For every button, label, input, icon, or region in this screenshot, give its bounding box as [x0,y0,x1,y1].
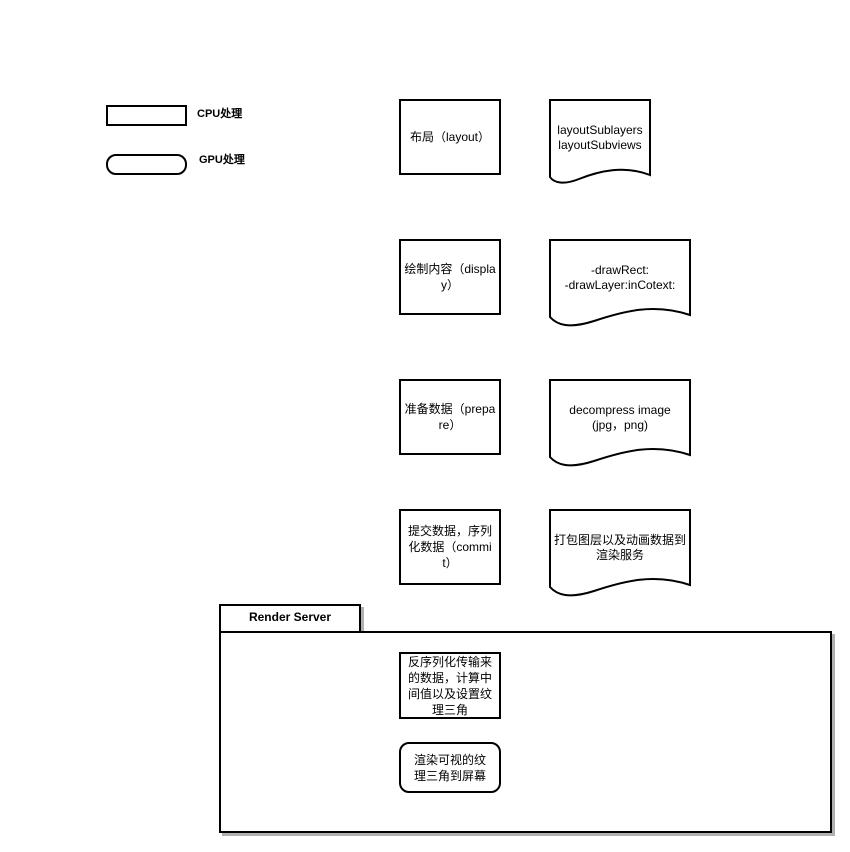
step-commit-label: 提交数据，序列化数据（commit） [407,524,492,570]
step-display-detail-doc: -drawRect: -drawLayer:inCotext: [549,239,691,327]
render-server-container [219,631,832,833]
render-server-tab: Render Server [219,604,361,634]
step-commit-box: 提交数据，序列化数据（commit） [399,509,501,585]
step-layout-box: 布局（layout） [399,99,501,175]
step-prepare-box: 准备数据（prepare） [399,379,501,455]
step-prepare-label: 准备数据（prepare） [404,402,496,432]
legend-cpu-shape [106,105,187,126]
step-prepare-detail-doc: decompress image (jpg，png) [549,379,691,467]
legend-gpu-label: GPU处理 [199,154,245,166]
step-layout-detail-doc: layoutSublayers layoutSubviews [549,99,651,185]
render-server-title: Render Server [248,610,332,624]
detail-line: layoutSubviews [558,138,642,152]
legend-cpu-label: CPU处理 [197,108,243,120]
detail-line: -drawRect: [590,263,649,277]
legend-gpu-shape [106,154,187,175]
render-server-cpu-step: 反序列化传输来的数据，计算中间值以及设置纹理三角 [399,652,501,719]
detail-line: 打包图层以及动画数据到 [553,533,686,547]
detail-line: 渲染服务 [595,548,644,562]
detail-line: decompress image [569,403,671,417]
step-layout-label: 布局（layout） [409,130,491,144]
step-commit-detail-doc: 打包图层以及动画数据到 渲染服务 [549,509,691,597]
step-display-box: 绘制内容（display） [399,239,501,315]
render-server-gpu-label: 渲染可视的纹理三角到屏幕 [413,752,486,783]
render-server-cpu-label: 反序列化传输来的数据，计算中间值以及设置纹理三角 [407,654,492,717]
step-display-label: 绘制内容（display） [404,262,496,292]
detail-line: (jpg，png) [591,418,649,432]
detail-line: -drawLayer:inCotext: [564,278,676,292]
detail-line: layoutSublayers [557,123,643,137]
render-server-gpu-step: 渲染可视的纹理三角到屏幕 [399,742,501,793]
